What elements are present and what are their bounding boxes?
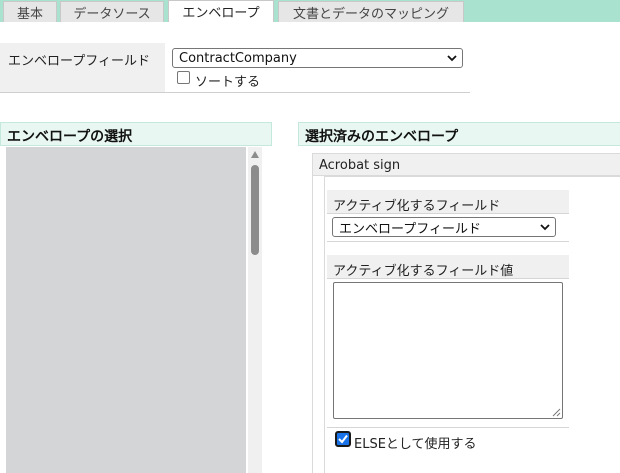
envelope-list-scrollbar[interactable] [248,147,262,473]
tab-basic[interactable]: 基本 [3,1,57,22]
activate-value-label: アクティブ化するフィールド値 [327,255,569,279]
envelope-name: Acrobat sign [313,154,620,176]
activate-field-select[interactable]: エンベロープフィールド [332,217,556,237]
checkmark-icon [338,434,348,444]
divider [327,427,569,428]
envelope-field-select[interactable]: ContractCompany [172,48,463,68]
selected-envelope-header: 選択済みのエンベロープ [298,122,620,146]
scroll-thumb[interactable] [251,165,259,255]
sort-checkbox[interactable] [177,71,190,84]
envelope-field-label: エンベロープフィールド [0,43,165,92]
chevron-down-icon [447,55,457,62]
activate-value-textarea[interactable] [333,282,563,419]
activate-field-select-value: エンベロープフィールド [339,222,481,237]
scroll-up-arrow-icon[interactable] [251,151,259,158]
divider [327,241,569,242]
tab-data-source[interactable]: データソース [60,1,164,22]
resize-handle-icon[interactable] [552,408,561,417]
envelope-field-select-value: ContractCompany [179,51,297,66]
tab-bar: 基本 データソース エンベロープ 文書とデータのマッピング [0,0,620,22]
else-checkbox[interactable] [335,431,351,447]
chevron-down-icon [540,224,550,231]
activate-field-label: アクティブ化するフィールド [327,190,569,214]
envelope-list[interactable] [6,147,246,473]
else-checkbox-label: ELSEとして使用する [354,437,477,452]
tab-envelope[interactable]: エンベロープ [168,0,274,22]
envelope-selection-header: エンベロープの選択 [0,122,272,146]
tab-document-data-mapping[interactable]: 文書とデータのマッピング [278,1,464,22]
sort-checkbox-label: ソートする [195,75,261,90]
